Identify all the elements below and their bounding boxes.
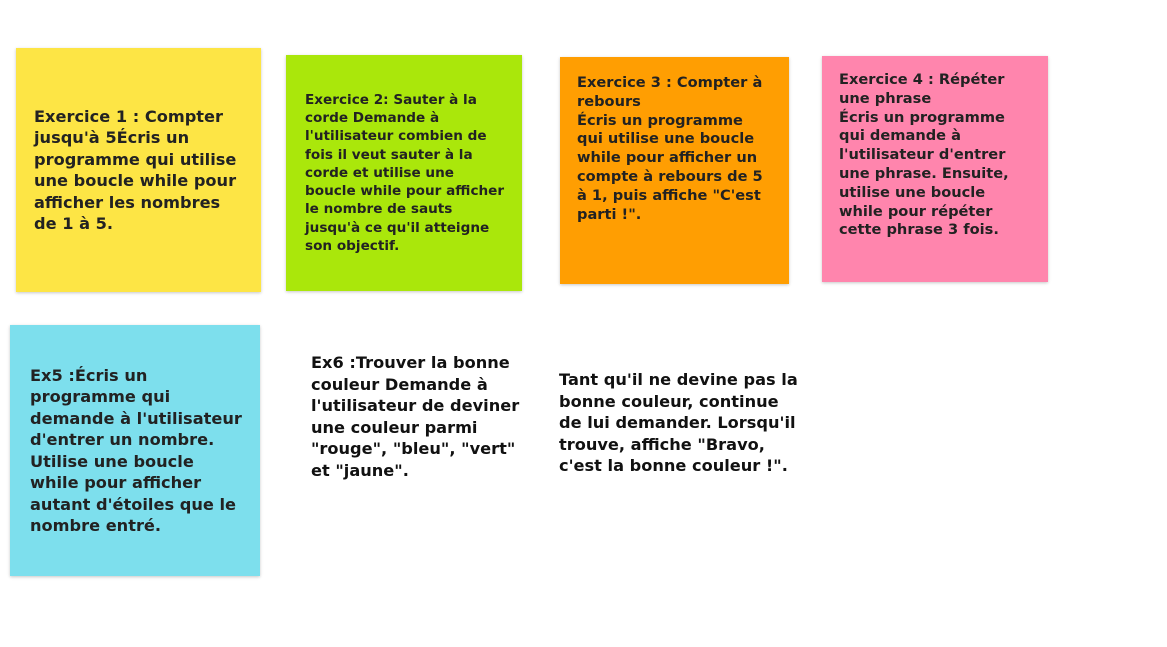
sticky-note-exercice-3[interactable]: Exercice 3 : Compter à rebours Écris un … xyxy=(560,57,789,284)
text-block-content: Tant qu'il ne devine pas la bonne couleu… xyxy=(559,370,798,475)
text-block-content: Ex6 :Trouver la bonne couleur Demande à … xyxy=(311,353,520,480)
sticky-note-text: Exercice 1 : Compter jusqu'à 5Écris un p… xyxy=(34,106,237,234)
sticky-note-text: Exercice 3 : Compter à rebours Écris un … xyxy=(577,74,763,223)
sticky-note-exercice-2[interactable]: Exercice 2: Sauter à la corde Demande à … xyxy=(286,55,522,291)
sticky-note-text: Exercice 2: Sauter à la corde Demande à … xyxy=(305,92,505,254)
sticky-note-text: Exercice 4 : Répéter une phrase Écris un… xyxy=(839,71,1009,239)
sticky-note-exercice-5[interactable]: Ex5 :Écris un programme qui demande à l'… xyxy=(10,325,260,576)
sticky-note-text: Ex5 :Écris un programme qui demande à l'… xyxy=(30,365,242,536)
text-block-exercice-6-suite[interactable]: Tant qu'il ne devine pas la bonne couleu… xyxy=(559,369,799,477)
text-block-exercice-6[interactable]: Ex6 :Trouver la bonne couleur Demande à … xyxy=(311,352,536,481)
sticky-note-exercice-1[interactable]: Exercice 1 : Compter jusqu'à 5Écris un p… xyxy=(16,48,261,292)
whiteboard-canvas: Exercice 1 : Compter jusqu'à 5Écris un p… xyxy=(0,0,1167,647)
sticky-note-exercice-4[interactable]: Exercice 4 : Répéter une phrase Écris un… xyxy=(822,56,1048,282)
